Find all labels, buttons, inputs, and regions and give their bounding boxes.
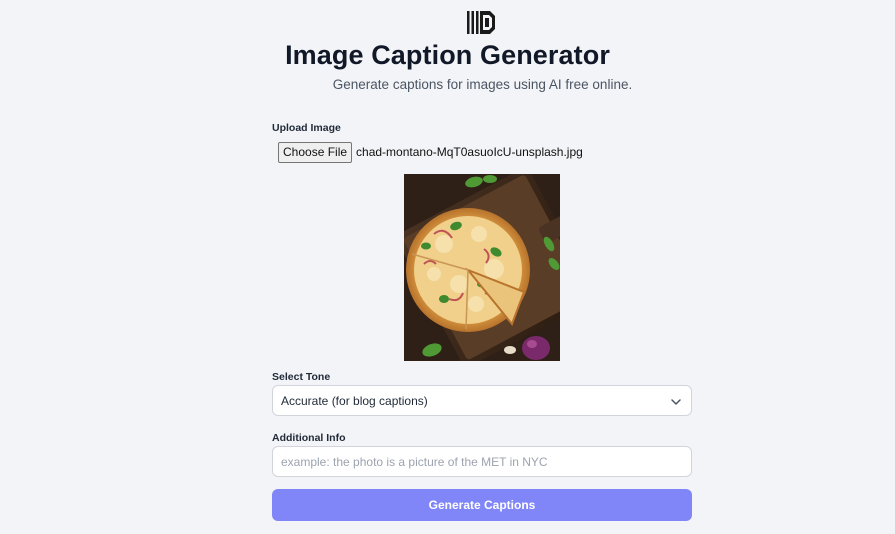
additional-info-label: Additional Info [272,432,346,444]
chevron-down-icon [670,396,682,406]
tone-select[interactable]: Accurate (for blog captions) [272,385,692,416]
image-preview [404,174,560,361]
select-tone-label: Select Tone [272,371,331,383]
page-subtitle: Generate captions for images using AI fr… [332,77,633,92]
tone-selected-value: Accurate (for blog captions) [281,393,428,408]
generate-captions-button[interactable]: Generate Captions [272,489,692,521]
additional-info-input[interactable] [272,446,692,477]
choose-file-button[interactable]: Choose File [278,141,353,163]
file-input[interactable]: Choose File chad-montano-MqT0asuoIcU-uns… [278,141,583,163]
logo-icon [466,9,496,36]
page-title: Image Caption Generator [285,40,610,70]
selected-file-name: chad-montano-MqT0asuoIcU-unsplash.jpg [356,145,583,159]
upload-image-label: Upload Image [272,122,341,134]
